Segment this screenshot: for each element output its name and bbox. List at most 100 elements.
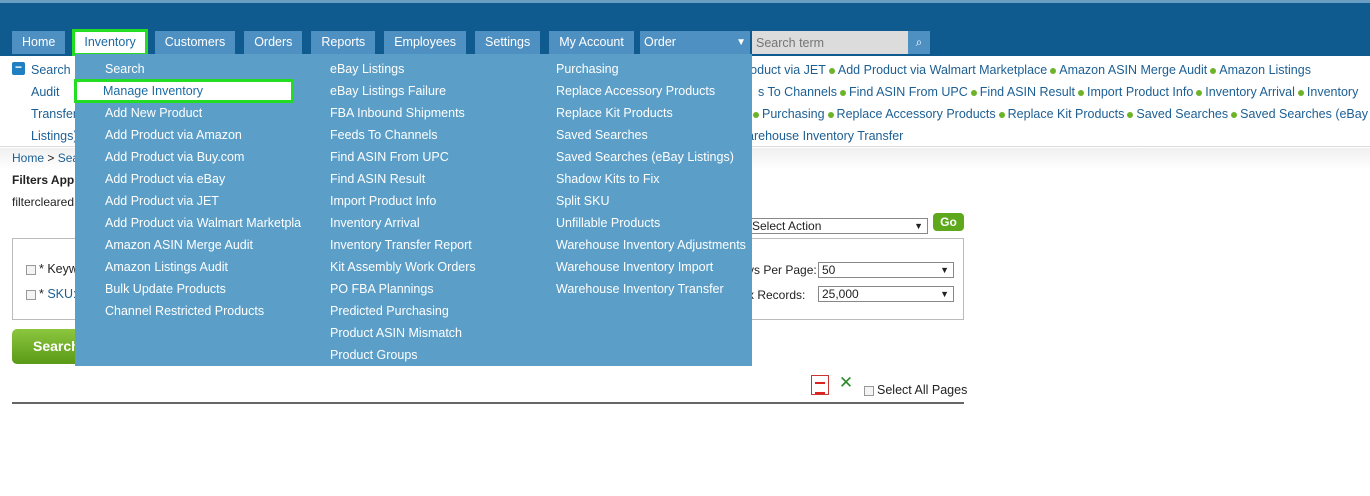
quick-link[interactable]: Amazon Listings (1219, 63, 1311, 77)
menu-item-add-product-ebay[interactable]: Add Product via eBay (75, 168, 301, 190)
search-button[interactable]: Search (12, 329, 82, 364)
nav-tab-my-account[interactable]: My Account (549, 31, 634, 54)
quick-link[interactable]: Replace Accessory Products (837, 107, 996, 121)
breadcrumb-home[interactable]: Home (12, 151, 44, 165)
menu-item-add-product-jet[interactable]: Add Product via JET (75, 190, 301, 212)
bullet-icon (840, 89, 846, 96)
rows-per-page-select[interactable]: 50 ▼ (818, 262, 954, 278)
bullet-icon (1196, 89, 1203, 96)
menu-item-purchasing[interactable]: Purchasing (556, 58, 750, 80)
quick-link[interactable]: Add Product via Walmart Marketplace (838, 63, 1047, 77)
quick-link[interactable]: Purchasing (762, 107, 825, 121)
excel-icon[interactable]: ✕ (836, 374, 856, 392)
menu-item-warehouse-inventory-transfer[interactable]: Warehouse Inventory Transfer (556, 278, 750, 300)
menu-item-fba-inbound-shipments[interactable]: FBA Inbound Shipments (330, 102, 550, 124)
keyword-label: * Keyw (39, 262, 78, 276)
go-button[interactable]: Go (933, 213, 964, 231)
menu-item-predicted-purchasing[interactable]: Predicted Purchasing (330, 300, 550, 322)
bullet-icon (1127, 111, 1134, 118)
menu-item-shadow-kits-to-fix[interactable]: Shadow Kits to Fix (556, 168, 750, 190)
menu-item-ebay-listings[interactable]: eBay Listings (330, 58, 550, 80)
bullet-icon (827, 111, 834, 118)
nav-tab-reports[interactable]: Reports (311, 31, 376, 54)
nav-tab-orders[interactable]: Orders (244, 31, 303, 54)
menu-item-amazon-listings-audit[interactable]: Amazon Listings Audit (75, 256, 301, 278)
chevron-down-icon: ▼ (940, 289, 949, 299)
max-records-select[interactable]: 25,000 ▼ (818, 286, 954, 302)
menu-item-add-new-product[interactable]: Add New Product (75, 102, 301, 124)
menu-item-add-product-walmart[interactable]: Add Product via Walmart Marketplace (75, 212, 301, 234)
dropdown-column-1: Search Manage Inventory Add New Product … (74, 58, 301, 322)
sku-checkbox[interactable] (26, 289, 36, 300)
action-select[interactable]: Select Action ▼ (748, 218, 928, 234)
menu-item-ebay-listings-failure[interactable]: eBay Listings Failure (330, 80, 550, 102)
menu-item-unfillable-products[interactable]: Unfillable Products (556, 212, 750, 234)
menu-item-bulk-update-products[interactable]: Bulk Update Products (75, 278, 301, 300)
divider (12, 402, 964, 404)
quick-link[interactable]: Inventory (1307, 85, 1358, 99)
menu-item-po-fba-plannings[interactable]: PO FBA Plannings (330, 278, 550, 300)
menu-item-feeds-to-channels[interactable]: Feeds To Channels (330, 124, 550, 146)
quick-links-row1: roduct via JET Add Product via Walmart Ma… (746, 63, 1311, 77)
menu-item-inventory-arrival[interactable]: Inventory Arrival (330, 212, 550, 234)
menu-item-add-product-buycom[interactable]: Add Product via Buy.com (75, 146, 301, 168)
quick-link-audit[interactable]: Audit (31, 85, 60, 99)
minus-square-icon[interactable]: − (12, 61, 25, 75)
search-icon[interactable]: ⌕ (908, 31, 930, 54)
sku-label[interactable]: SKU: (47, 287, 76, 301)
search-input[interactable] (752, 31, 908, 54)
quick-link[interactable]: Inventory Arrival (1205, 85, 1295, 99)
chevron-down-icon: ▼ (940, 265, 949, 275)
nav-tab-inventory[interactable]: Inventory (72, 29, 148, 56)
quick-link-search[interactable]: Search (31, 63, 71, 77)
menu-item-add-product-amazon[interactable]: Add Product via Amazon (75, 124, 301, 146)
quick-link[interactable]: Replace Kit Products (1008, 107, 1125, 121)
menu-item-product-groups[interactable]: Product Groups (330, 344, 550, 366)
rows-per-page-value: 50 (822, 263, 836, 277)
nav-tab-home[interactable]: Home (12, 31, 66, 54)
menu-item-replace-kit-products[interactable]: Replace Kit Products (556, 102, 750, 124)
nav-tab-customers[interactable]: Customers (154, 31, 236, 54)
keyword-checkbox[interactable] (26, 264, 36, 275)
menu-item-split-sku[interactable]: Split SKU (556, 190, 750, 212)
quick-link[interactable]: Find ASIN From UPC (849, 85, 968, 99)
menu-item-search[interactable]: Search (75, 58, 301, 80)
quick-link[interactable]: Saved Searches (1136, 107, 1228, 121)
quick-link-transfer[interactable]: Transfer (31, 107, 77, 121)
keyword-filter: * Keyw (26, 262, 78, 276)
search-type-value: Order (644, 35, 676, 49)
dropdown-column-3: Purchasing Replace Accessory Products Re… (556, 58, 750, 300)
quick-link[interactable]: s To Channels (758, 85, 837, 99)
search-type-select[interactable]: Order ▼ (640, 31, 750, 54)
menu-item-import-product-info[interactable]: Import Product Info (330, 190, 550, 212)
breadcrumb-separator: > (47, 151, 55, 165)
quick-link[interactable]: roduct via JET (746, 63, 826, 77)
quick-link[interactable]: Import Product Info (1087, 85, 1193, 99)
quick-link[interactable]: Amazon ASIN Merge Audit (1059, 63, 1207, 77)
menu-item-warehouse-inventory-adjustments[interactable]: Warehouse Inventory Adjustments (556, 234, 750, 256)
chevron-down-icon: ▼ (736, 37, 746, 48)
menu-item-saved-searches-ebay[interactable]: Saved Searches (eBay Listings) (556, 146, 750, 168)
menu-item-saved-searches[interactable]: Saved Searches (556, 124, 750, 146)
nav-tab-settings[interactable]: Settings (475, 31, 541, 54)
nav-tab-employees[interactable]: Employees (384, 31, 467, 54)
main-nav: Home Inventory Customers Orders Reports … (12, 29, 643, 56)
menu-item-product-asin-mismatch[interactable]: Product ASIN Mismatch (330, 322, 550, 344)
menu-item-replace-accessory-products[interactable]: Replace Accessory Products (556, 80, 750, 102)
quick-link-listings[interactable]: Listings) (31, 129, 78, 143)
menu-item-kit-assembly-work-orders[interactable]: Kit Assembly Work Orders (330, 256, 550, 278)
bullet-icon (1231, 111, 1238, 118)
menu-item-inventory-transfer-report[interactable]: Inventory Transfer Report (330, 234, 550, 256)
menu-item-find-asin-from-upc[interactable]: Find ASIN From UPC (330, 146, 550, 168)
quick-link[interactable]: Find ASIN Result (980, 85, 1075, 99)
menu-item-find-asin-result[interactable]: Find ASIN Result (330, 168, 550, 190)
select-all-checkbox[interactable] (864, 385, 874, 396)
quick-link[interactable]: Saved Searches (eBay (1240, 107, 1368, 121)
pdf-icon[interactable] (811, 375, 829, 395)
menu-item-manage-inventory[interactable]: Manage Inventory (74, 79, 294, 103)
menu-item-channel-restricted-products[interactable]: Channel Restricted Products (75, 300, 301, 322)
menu-item-amazon-asin-merge-audit[interactable]: Amazon ASIN Merge Audit (75, 234, 301, 256)
menu-item-warehouse-inventory-import[interactable]: Warehouse Inventory Import (556, 256, 750, 278)
action-select-value: Select Action (752, 219, 822, 233)
quick-link-warehouse-transfer[interactable]: arehouse Inventory Transfer (747, 129, 903, 143)
